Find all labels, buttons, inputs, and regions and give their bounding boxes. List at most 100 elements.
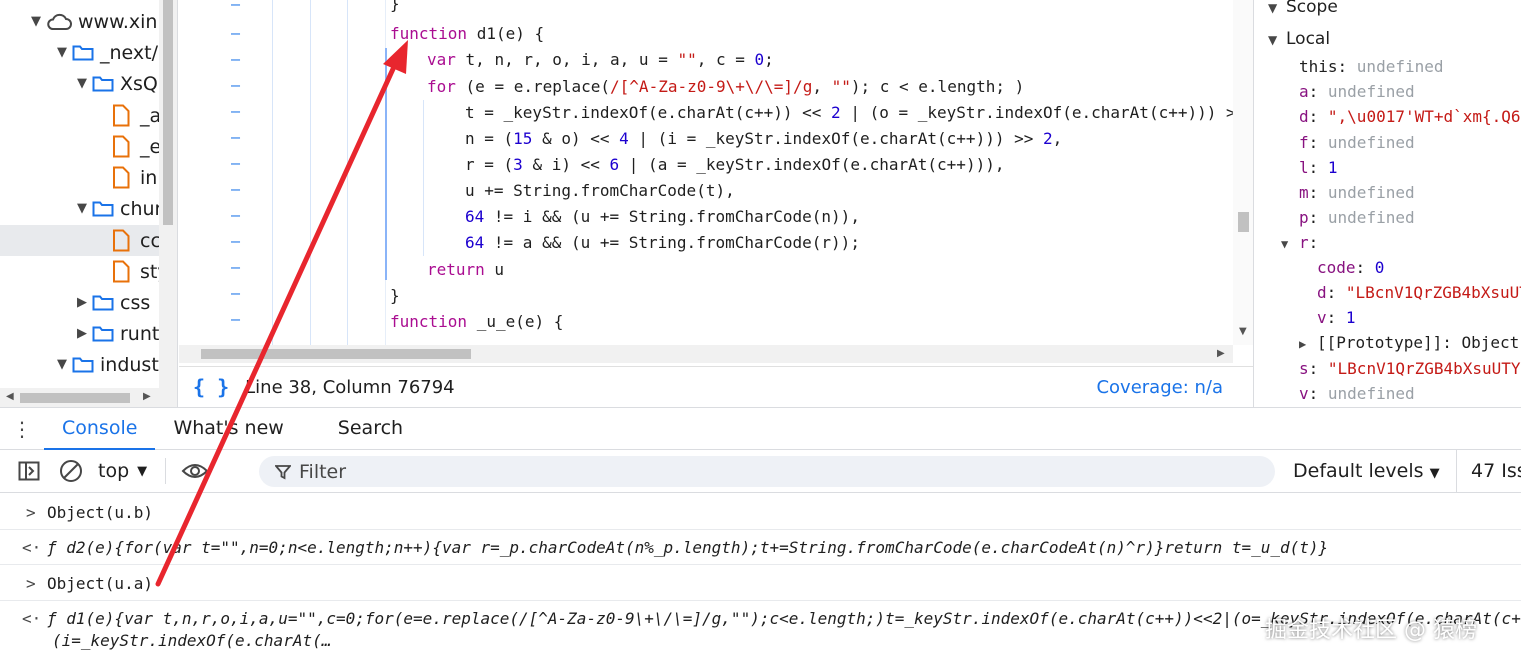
context-selector[interactable]: top ▼	[98, 460, 147, 482]
code-line[interactable]: function d1(e) {	[390, 21, 544, 47]
code-line[interactable]: n = (15 & o) << 4 | (i = _keyStr.indexOf…	[465, 126, 1062, 152]
line-marker[interactable]: –	[231, 258, 240, 276]
scroll-left-icon[interactable]: ◀	[6, 391, 14, 402]
code-line[interactable]: 64 != a && (u += String.fromCharCode(r))…	[465, 230, 860, 256]
issues-counter[interactable]: 47 Iss	[1456, 450, 1521, 493]
code-line[interactable]: return u	[427, 257, 504, 283]
editor-vertical-scrollbar[interactable]: ▼	[1233, 0, 1253, 345]
scope-variable[interactable]: p: undefined	[1299, 205, 1521, 230]
chevron-right-icon[interactable]: ▶	[74, 295, 90, 310]
tree-horizontal-scrollbar[interactable]: ◀ ▶	[0, 388, 177, 407]
line-marker[interactable]: –	[231, 0, 240, 13]
chevron-right-icon[interactable]: ▶	[1299, 332, 1317, 357]
scope-variable[interactable]: m: undefined	[1299, 180, 1521, 205]
scope-variable[interactable]: d: "LBcnV1QrZGB4bXsuUT	[1317, 280, 1521, 305]
chevron-down-icon[interactable]: ▼	[54, 357, 70, 372]
scope-variable-value: 1	[1345, 308, 1356, 327]
scroll-right-icon[interactable]: ▶	[143, 391, 151, 402]
chevron-down-icon[interactable]: ▼	[74, 201, 90, 216]
tree-item[interactable]: ▶ runt	[0, 318, 159, 349]
source-editor[interactable]: –––––––––––––– }function d1(e) {var t, n…	[179, 0, 1253, 366]
scope-variable[interactable]: s: "LBcnV1QrZGB4bXsuUTYh	[1299, 356, 1521, 381]
chevron-down-icon[interactable]: ▼	[1281, 232, 1299, 257]
scope-variable[interactable]: a: undefined	[1299, 79, 1521, 104]
code-line[interactable]: var t, n, r, o, i, a, u = "", c = 0;	[427, 47, 774, 73]
scroll-right-icon[interactable]: ▶	[1217, 348, 1225, 359]
tree-item[interactable]: ▶ css	[0, 287, 159, 318]
scope-variable[interactable]: f: undefined	[1299, 130, 1521, 155]
colon: :	[1308, 107, 1328, 127]
tree-item[interactable]: ▼ indust	[0, 349, 159, 380]
console-row[interactable]: > Object(u.a)	[0, 565, 1521, 601]
code-line[interactable]: r = (3 & i) << 6 | (a = _keyStr.indexOf(…	[465, 152, 1004, 178]
tree-item[interactable]: ▼ _next/	[0, 37, 159, 68]
tree-item[interactable]: in	[0, 162, 159, 193]
line-marker[interactable]: –	[231, 232, 240, 250]
chevron-down-icon[interactable]: ▼	[74, 76, 90, 91]
more-options-icon[interactable]: ⋮	[0, 417, 44, 441]
code-line[interactable]: 64 != i && (u += String.fromCharCode(n))…	[465, 204, 860, 230]
cursor-position: Line 38, Column 76794	[245, 376, 455, 398]
tree-hscroll-thumb[interactable]	[20, 393, 130, 403]
scope-variable[interactable]: d: ",\u0017'WT+d`xm{.Q6!	[1299, 104, 1521, 129]
tree-item[interactable]: ▼ www.xin	[0, 6, 159, 37]
scope-variable-value: 1	[1327, 157, 1338, 177]
console-row[interactable]: > Object(u.b)	[0, 493, 1521, 530]
tab-search[interactable]: Search	[320, 407, 421, 450]
line-marker[interactable]: –	[231, 310, 240, 328]
line-marker[interactable]: –	[231, 180, 240, 198]
scope-variable[interactable]: v: undefined	[1299, 381, 1521, 406]
line-marker[interactable]: –	[231, 154, 240, 172]
code-line[interactable]: }	[390, 283, 400, 309]
editor-hscroll-thumb[interactable]	[201, 349, 471, 359]
code-line[interactable]: }	[390, 0, 400, 17]
line-marker[interactable]: –	[231, 102, 240, 120]
editor-scroll-thumb[interactable]	[1238, 212, 1249, 232]
code-line[interactable]: function _u_e(e) {	[390, 309, 563, 335]
tree-vertical-scrollbar[interactable]	[159, 0, 177, 388]
console-result-text[interactable]: ƒ d2(e){for(var t="",n=0;n<e.length;n++)…	[47, 538, 1328, 557]
scope-variable-r[interactable]: ▼ r:	[1281, 230, 1521, 255]
tree-item[interactable]: sty	[0, 256, 159, 287]
tree-item[interactable]: ▼ XsQ	[0, 68, 159, 99]
tree-item[interactable]: ▼ chur	[0, 193, 159, 224]
line-marker[interactable]: –	[231, 206, 240, 224]
scope-header[interactable]: ▼ Scope	[1268, 0, 1521, 20]
editor-horizontal-scrollbar[interactable]: ▶	[179, 345, 1233, 363]
chevron-down-icon[interactable]: ▼	[54, 45, 70, 60]
log-levels-dropdown[interactable]: Default levels ▼	[1293, 450, 1440, 493]
scope-variable[interactable]: this: undefined	[1299, 54, 1521, 79]
scope-variable[interactable]: l: 1	[1299, 155, 1521, 180]
scope-variable[interactable]: code: 0	[1317, 255, 1521, 280]
line-marker[interactable]: –	[231, 284, 240, 302]
tree-item[interactable]: _a	[0, 100, 159, 131]
tree-item[interactable]: cc	[0, 225, 159, 256]
tab-console[interactable]: Console	[44, 407, 156, 450]
coverage-link[interactable]: Coverage: n/a	[1096, 377, 1223, 398]
scroll-down-icon[interactable]: ▼	[1239, 326, 1247, 337]
sidebar-toggle-icon[interactable]	[8, 461, 50, 481]
live-expression-eye-icon[interactable]	[174, 461, 216, 481]
chevron-down-icon[interactable]: ▼	[28, 14, 44, 29]
clear-console-icon[interactable]	[50, 459, 92, 483]
console-row[interactable]: <· ƒ d2(e){for(var t="",n=0;n<e.length;n…	[0, 530, 1521, 565]
folder-icon	[92, 76, 114, 91]
tree-scroll-thumb[interactable]	[163, 0, 173, 225]
prototype-row[interactable]: ▶ [[Prototype]]: Object	[1299, 330, 1521, 355]
chevron-right-icon[interactable]: ▶	[74, 326, 90, 341]
scope-local-section[interactable]: ▼ Local	[1268, 27, 1521, 52]
pretty-print-icon[interactable]: { }	[193, 375, 229, 399]
filter-input[interactable]: Filter	[259, 456, 1275, 487]
code-line[interactable]: for (e = e.replace(/[^A-Za-z0-9\+\/\=]/g…	[427, 74, 1024, 100]
line-marker[interactable]: –	[231, 24, 240, 42]
console-result-text-continued[interactable]: (i=_keyStr.indexOf(e.charAt(…	[52, 631, 331, 650]
code-line[interactable]: u += String.fromCharCode(t),	[465, 178, 735, 204]
line-marker[interactable]: –	[231, 76, 240, 94]
tab-whats-new[interactable]: What's new	[155, 407, 301, 450]
line-marker[interactable]: –	[231, 50, 240, 68]
scope-variable[interactable]: v: 1	[1317, 305, 1521, 330]
scope-variable-name: r	[1299, 233, 1309, 252]
tree-item[interactable]: _e	[0, 131, 159, 162]
code-line[interactable]: t = _keyStr.indexOf(e.charAt(c++)) << 2 …	[465, 100, 1245, 126]
line-marker[interactable]: –	[231, 128, 240, 146]
